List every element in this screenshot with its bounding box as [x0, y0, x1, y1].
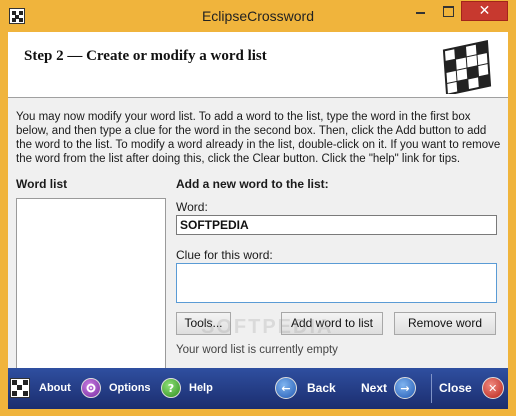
app-window: EclipseCrossword ✕ Step 2 — Create or mo… — [0, 0, 516, 416]
word-list-box[interactable] — [16, 198, 166, 387]
word-field-label: Word: — [176, 200, 208, 214]
about-button[interactable]: About — [10, 376, 71, 400]
maximize-button[interactable] — [434, 1, 461, 21]
back-label: Back — [307, 381, 336, 395]
options-button[interactable]: Options — [81, 376, 151, 400]
close-label: Close — [439, 381, 472, 395]
instructions-text: You may now modify your word list. To ad… — [16, 111, 501, 165]
step-title: Step 2 — Create or modify a word list — [24, 48, 267, 64]
next-label: Next — [361, 381, 388, 395]
close-icon: ✕ — [481, 377, 504, 399]
next-button[interactable]: Next → — [361, 376, 417, 400]
crossword-grid-logo-icon — [442, 40, 492, 94]
help-icon: ? — [161, 378, 181, 398]
close-button[interactable]: Close ✕ — [439, 376, 504, 400]
window-close-button[interactable]: ✕ — [461, 1, 508, 21]
tools-button[interactable]: Tools... — [176, 312, 231, 335]
word-field[interactable] — [176, 215, 497, 235]
help-button[interactable]: ? Help — [161, 376, 213, 400]
crossword-about-icon — [10, 378, 30, 398]
bottom-nav-bar: About Options ? Help ← Back Next → Close… — [8, 368, 508, 409]
nav-divider — [431, 374, 432, 403]
clue-field[interactable] — [176, 263, 497, 303]
word-list-label: Word list — [16, 177, 68, 191]
wizard-header: Step 2 — Create or modify a word list — [8, 32, 508, 98]
options-gear-icon — [81, 378, 101, 398]
back-arrow-icon: ← — [275, 377, 297, 399]
options-label: Options — [109, 382, 151, 394]
help-label: Help — [189, 382, 213, 394]
minimize-button[interactable] — [406, 1, 434, 21]
add-word-heading: Add a new word to the list: — [176, 177, 329, 191]
next-arrow-icon: → — [394, 377, 417, 399]
close-icon: ✕ — [478, 3, 491, 19]
remove-word-button[interactable]: Remove word — [394, 312, 496, 335]
add-word-button[interactable]: Add word to list — [281, 312, 383, 335]
wizard-client-area: Step 2 — Create or modify a word list Yo… — [8, 32, 508, 409]
word-list-status: Your word list is currently empty — [176, 344, 338, 356]
clue-field-label: Clue for this word: — [176, 248, 273, 262]
about-label: About — [39, 382, 71, 394]
title-bar[interactable]: EclipseCrossword ✕ — [0, 0, 516, 32]
back-button[interactable]: ← Back — [275, 376, 336, 400]
